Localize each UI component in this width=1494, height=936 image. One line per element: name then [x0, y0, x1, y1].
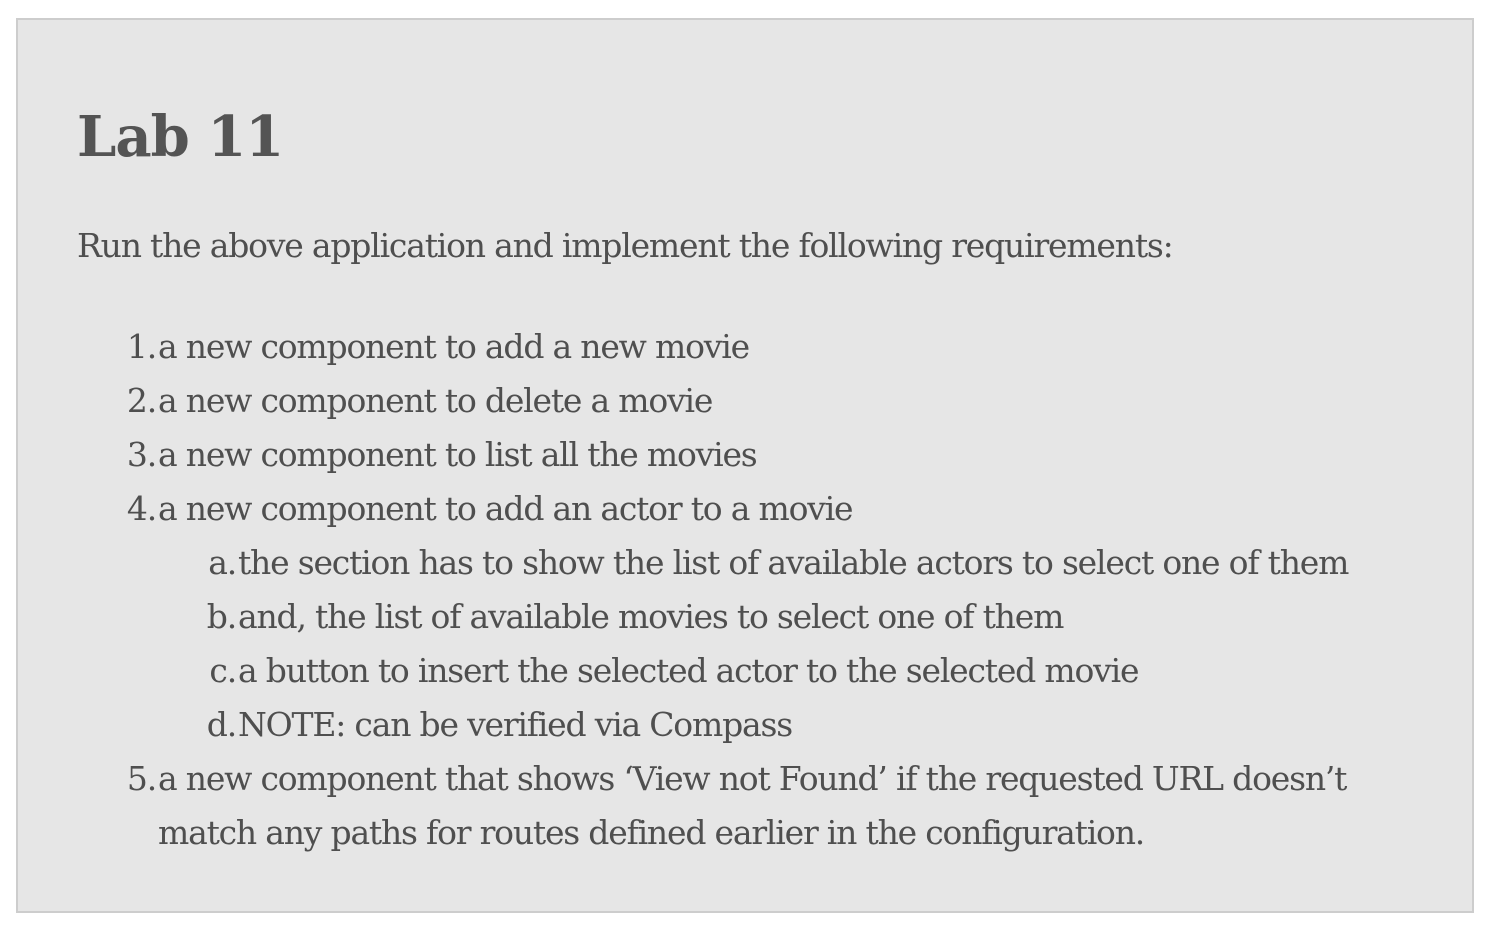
- sub-requirement-text: the section has to show the list of avai…: [238, 543, 1349, 582]
- sub-requirement-text: and, the list of available movies to sel…: [238, 597, 1064, 636]
- sub-requirement-item: d. NOTE: can be verified via Compass: [158, 698, 1348, 752]
- requirement-text: a new component to delete a movie: [158, 381, 713, 420]
- sub-requirement-item: c. a button to insert the selected actor…: [158, 644, 1348, 698]
- intro-text: Run the above application and implement …: [77, 226, 1174, 265]
- sub-list-marker: b.: [206, 597, 237, 636]
- sub-list-marker: d.: [206, 705, 237, 744]
- sub-requirement-text: a button to insert the selected actor to…: [238, 651, 1139, 690]
- list-marker: 3.: [126, 435, 157, 474]
- list-marker: 5.: [126, 759, 157, 798]
- requirement-item: 5. a new component that shows ‘View not …: [120, 752, 1348, 860]
- requirement-text: a new component to list all the movies: [158, 435, 758, 474]
- lab-card: Lab 11 Run the above application and imp…: [16, 18, 1474, 913]
- lab-title: Lab 11: [77, 104, 284, 170]
- sub-list-marker: a.: [208, 543, 237, 582]
- requirement-text-line2: match any paths for routes defined earli…: [158, 813, 1145, 852]
- sub-requirement-item: a. the section has to show the list of a…: [158, 536, 1349, 590]
- requirement-item: 3. a new component to list all the movie…: [120, 428, 1348, 482]
- requirement-item: 2. a new component to delete a movie: [120, 374, 1348, 428]
- list-marker: 1.: [126, 327, 157, 366]
- requirement-item: 1. a new component to add a new movie: [120, 320, 1348, 374]
- requirement-text: a new component to add an actor to a mov…: [158, 489, 854, 528]
- sub-list-marker: c.: [209, 651, 237, 690]
- list-marker: 2.: [126, 381, 157, 420]
- sub-requirements-list: a. the section has to show the list of a…: [158, 536, 1350, 752]
- requirement-item: 4. a new component to add an actor to a …: [120, 482, 1350, 752]
- sub-requirement-text: NOTE: can be verified via Compass: [238, 705, 793, 744]
- requirement-text: a new component to add a new movie: [158, 327, 750, 366]
- requirements-list: 1. a new component to add a new movie 2.…: [120, 320, 1350, 860]
- list-marker: 4.: [126, 489, 157, 528]
- requirement-text-line1: a new component that shows ‘View not Fou…: [158, 759, 1347, 798]
- sub-requirement-item: b. and, the list of available movies to …: [158, 590, 1348, 644]
